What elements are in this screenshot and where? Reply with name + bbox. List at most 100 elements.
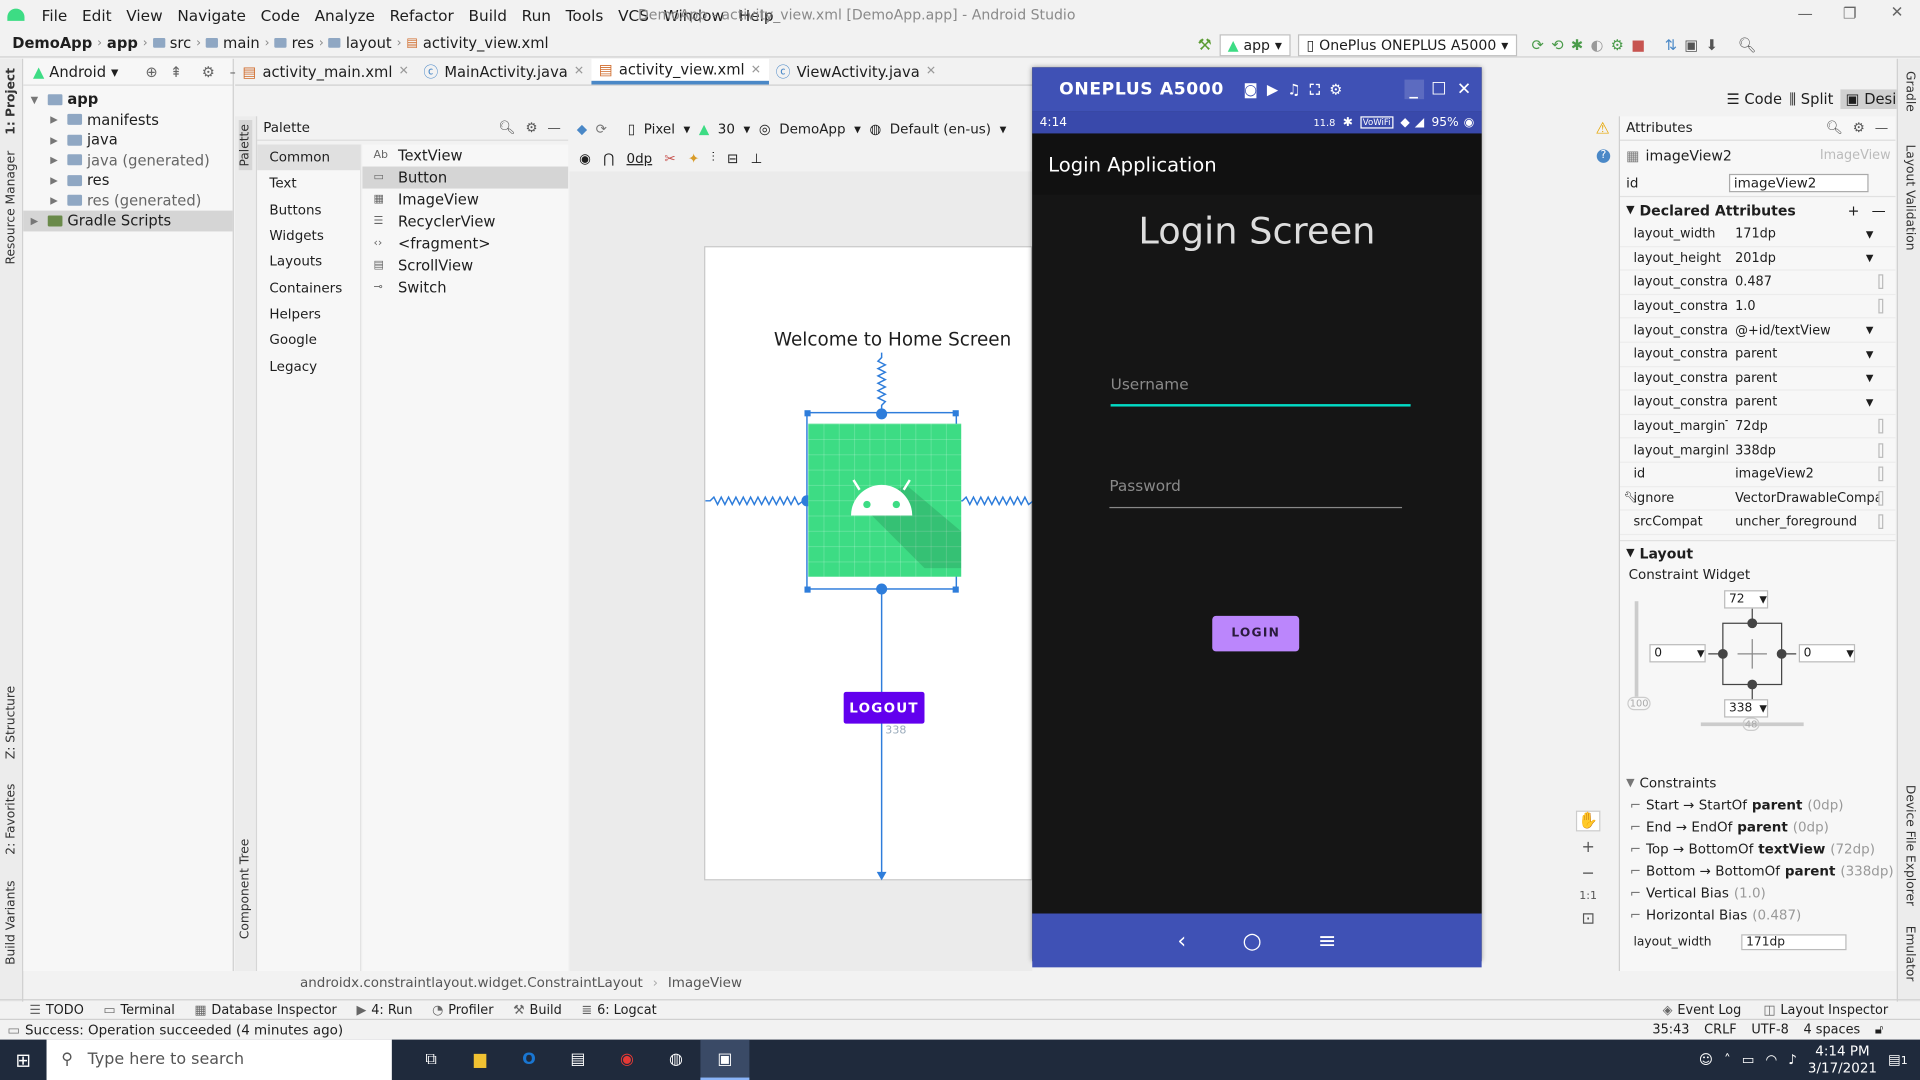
breadcrumb-item[interactable]: DemoApp	[7, 34, 97, 51]
constraint-item[interactable]: ⌐ Bottom → BottomOf parent (338dp)	[1620, 860, 1896, 882]
breadcrumb-item[interactable]: main	[218, 34, 265, 51]
constraint-item[interactable]: ⌐ Vertical Bias (1.0)	[1620, 883, 1896, 905]
dropdown-icon[interactable]: ▼	[1866, 397, 1874, 408]
back-icon[interactable]: ‹	[1177, 928, 1186, 954]
id-input[interactable]: imageView2	[1728, 173, 1869, 192]
expand-arrow-icon[interactable]: ▼	[31, 94, 43, 105]
palette-category[interactable]: Legacy	[257, 353, 360, 379]
top-anchor-handle[interactable]	[876, 408, 888, 420]
resource-picker-icon[interactable]	[1878, 274, 1884, 290]
debug-icon[interactable]: ✱	[1571, 37, 1583, 54]
caret-position[interactable]: 35:43	[1652, 1022, 1689, 1038]
palette-item[interactable]: ‹› <fragment>	[362, 233, 568, 255]
resource-picker-icon[interactable]	[1878, 490, 1884, 506]
constraint-item[interactable]: ⌐ Horizontal Bias (0.487)	[1620, 905, 1896, 927]
breadcrumb-item[interactable]: src	[165, 34, 196, 51]
tab-structure[interactable]: Z: Structure	[5, 686, 18, 759]
menu-build[interactable]: Build	[461, 6, 514, 24]
bottom-tool-button[interactable]: ◔ Profiler	[432, 1003, 493, 1018]
attribute-value[interactable]: uncher_foreground	[1728, 515, 1879, 530]
hide-icon[interactable]: —	[547, 120, 560, 136]
palette-category[interactable]: Widgets	[257, 223, 360, 249]
menu-analyze[interactable]: Analyze	[307, 6, 382, 24]
resource-picker-icon[interactable]	[1878, 466, 1884, 482]
menu-edit[interactable]: Edit	[75, 6, 119, 24]
palette-item[interactable]: Ab TextView	[362, 144, 568, 166]
theme-select[interactable]: DemoApp	[779, 121, 845, 137]
collapse-arrow-icon[interactable]: ▼	[1626, 548, 1634, 560]
wifi-tray-icon[interactable]: ◠	[1765, 1052, 1777, 1068]
layers-icon[interactable]: ◆	[577, 121, 587, 137]
username-field[interactable]: Username	[1110, 375, 1411, 407]
headphones-icon[interactable]: ♫	[1287, 81, 1301, 98]
guidelines-icon[interactable]: ⊥	[751, 150, 763, 166]
editor-tab[interactable]: ⓒ MainActivity.java ✕	[416, 59, 591, 85]
lock-icon[interactable]: 🔓︎	[1875, 1022, 1883, 1038]
align-icon[interactable]: ⊟	[727, 150, 738, 166]
target-icon[interactable]: ⊕	[145, 63, 157, 80]
zoom-out-icon[interactable]: −	[1581, 864, 1594, 882]
gear-icon[interactable]: ⚙	[525, 120, 537, 136]
chevron-down-icon[interactable]: ▾	[111, 63, 118, 80]
run-config-select[interactable]: ▲ app ▾	[1219, 34, 1291, 57]
tab-favorites[interactable]: 2: Favorites	[5, 784, 18, 855]
tree-item[interactable]: ▶ Gradle Scripts	[23, 210, 233, 231]
attribute-value[interactable]: parent	[1728, 371, 1866, 386]
zoom-actual-icon[interactable]: 1:1	[1579, 890, 1597, 902]
editor-tab[interactable]: ▤ activity_main.xml ✕	[235, 59, 416, 85]
login-button[interactable]: LOGIN	[1212, 615, 1300, 652]
constraint-item[interactable]: ⌐ End → EndOf parent (0dp)	[1620, 816, 1896, 838]
word-icon[interactable]: ◍	[651, 1051, 700, 1069]
palette-item[interactable]: ▭ Button	[362, 166, 569, 189]
close-tab-icon[interactable]: ✕	[574, 65, 584, 78]
resource-picker-icon[interactable]	[1878, 298, 1884, 314]
pack-icon[interactable]: ⫶	[711, 149, 714, 166]
resource-picker-icon[interactable]	[1878, 418, 1884, 434]
resource-picker-icon[interactable]	[1878, 514, 1884, 530]
add-attribute-icon[interactable]: +	[1848, 201, 1860, 218]
fullscreen-icon[interactable]: ⛶	[1310, 80, 1321, 98]
device-select[interactable]: ▯ OnePlus ONEPLUS A5000 ▾	[1297, 34, 1517, 57]
resource-picker-icon[interactable]	[1878, 442, 1884, 458]
tree-item[interactable]: ▶ java (generated)	[23, 150, 232, 170]
maximize-button[interactable]: ❐	[1843, 4, 1857, 22]
path-current[interactable]: ImageView	[668, 975, 742, 991]
palette-item[interactable]: ▦ ImageView	[362, 189, 568, 211]
sdk-manager-icon[interactable]: ⬇	[1706, 37, 1718, 54]
zoom-in-icon[interactable]: +	[1581, 839, 1594, 857]
hammer-icon[interactable]: ⚒	[1198, 36, 1212, 54]
tree-item[interactable]: ▶ res	[23, 170, 232, 190]
bottom-tool-button[interactable]: ▶ 4: Run	[356, 1003, 412, 1018]
sync-icon[interactable]: ⇅	[1665, 37, 1677, 54]
gear-icon[interactable]: ⚙	[202, 63, 215, 80]
file-explorer-icon[interactable]: ▆	[456, 1051, 505, 1069]
close-tab-icon[interactable]: ✕	[751, 63, 761, 76]
menu-file[interactable]: File	[34, 6, 74, 24]
chrome-icon[interactable]: ◉	[602, 1051, 651, 1069]
close-window-button[interactable]: ✕	[1891, 2, 1904, 20]
notifications-icon[interactable]: ▤1	[1888, 1052, 1908, 1068]
camera-icon[interactable]: ◙	[1243, 81, 1258, 98]
expand-arrow-icon[interactable]: ▶	[50, 195, 62, 206]
recents-icon[interactable]: ≡	[1318, 928, 1336, 954]
expand-arrow-icon[interactable]: ▶	[50, 155, 62, 166]
tab-project[interactable]: 1: Project	[5, 68, 18, 135]
tree-item[interactable]: ▶ manifests	[23, 110, 232, 130]
path-parent[interactable]: androidx.constraintlayout.widget.Constra…	[300, 975, 643, 991]
people-icon[interactable]: ☺	[1699, 1052, 1713, 1068]
editor-tab[interactable]: ▤ activity_view.xml ✕	[591, 58, 769, 85]
attribute-value[interactable]: parent	[1728, 395, 1866, 410]
encoding[interactable]: UTF-8	[1751, 1022, 1788, 1038]
attribute-value[interactable]: parent	[1728, 347, 1866, 362]
palette-category[interactable]: Text	[257, 171, 360, 197]
taskbar-search[interactable]: ⚲ Type here to search	[46, 1039, 392, 1080]
attribute-value[interactable]: 171dp	[1728, 227, 1866, 242]
bottom-tool-button[interactable]: ▭ Terminal	[103, 1003, 174, 1018]
avd-manager-icon[interactable]: ▣	[1684, 37, 1698, 54]
video-icon[interactable]: ▶	[1267, 81, 1279, 98]
palette-item[interactable]: ⊸ Switch	[362, 277, 568, 299]
bottom-tool-button[interactable]: ≣ 6: Logcat	[581, 1003, 656, 1018]
dropdown-icon[interactable]: ▼	[1866, 253, 1874, 264]
hide-icon[interactable]: —	[1875, 120, 1888, 136]
eye-icon[interactable]: ◉	[579, 150, 591, 166]
